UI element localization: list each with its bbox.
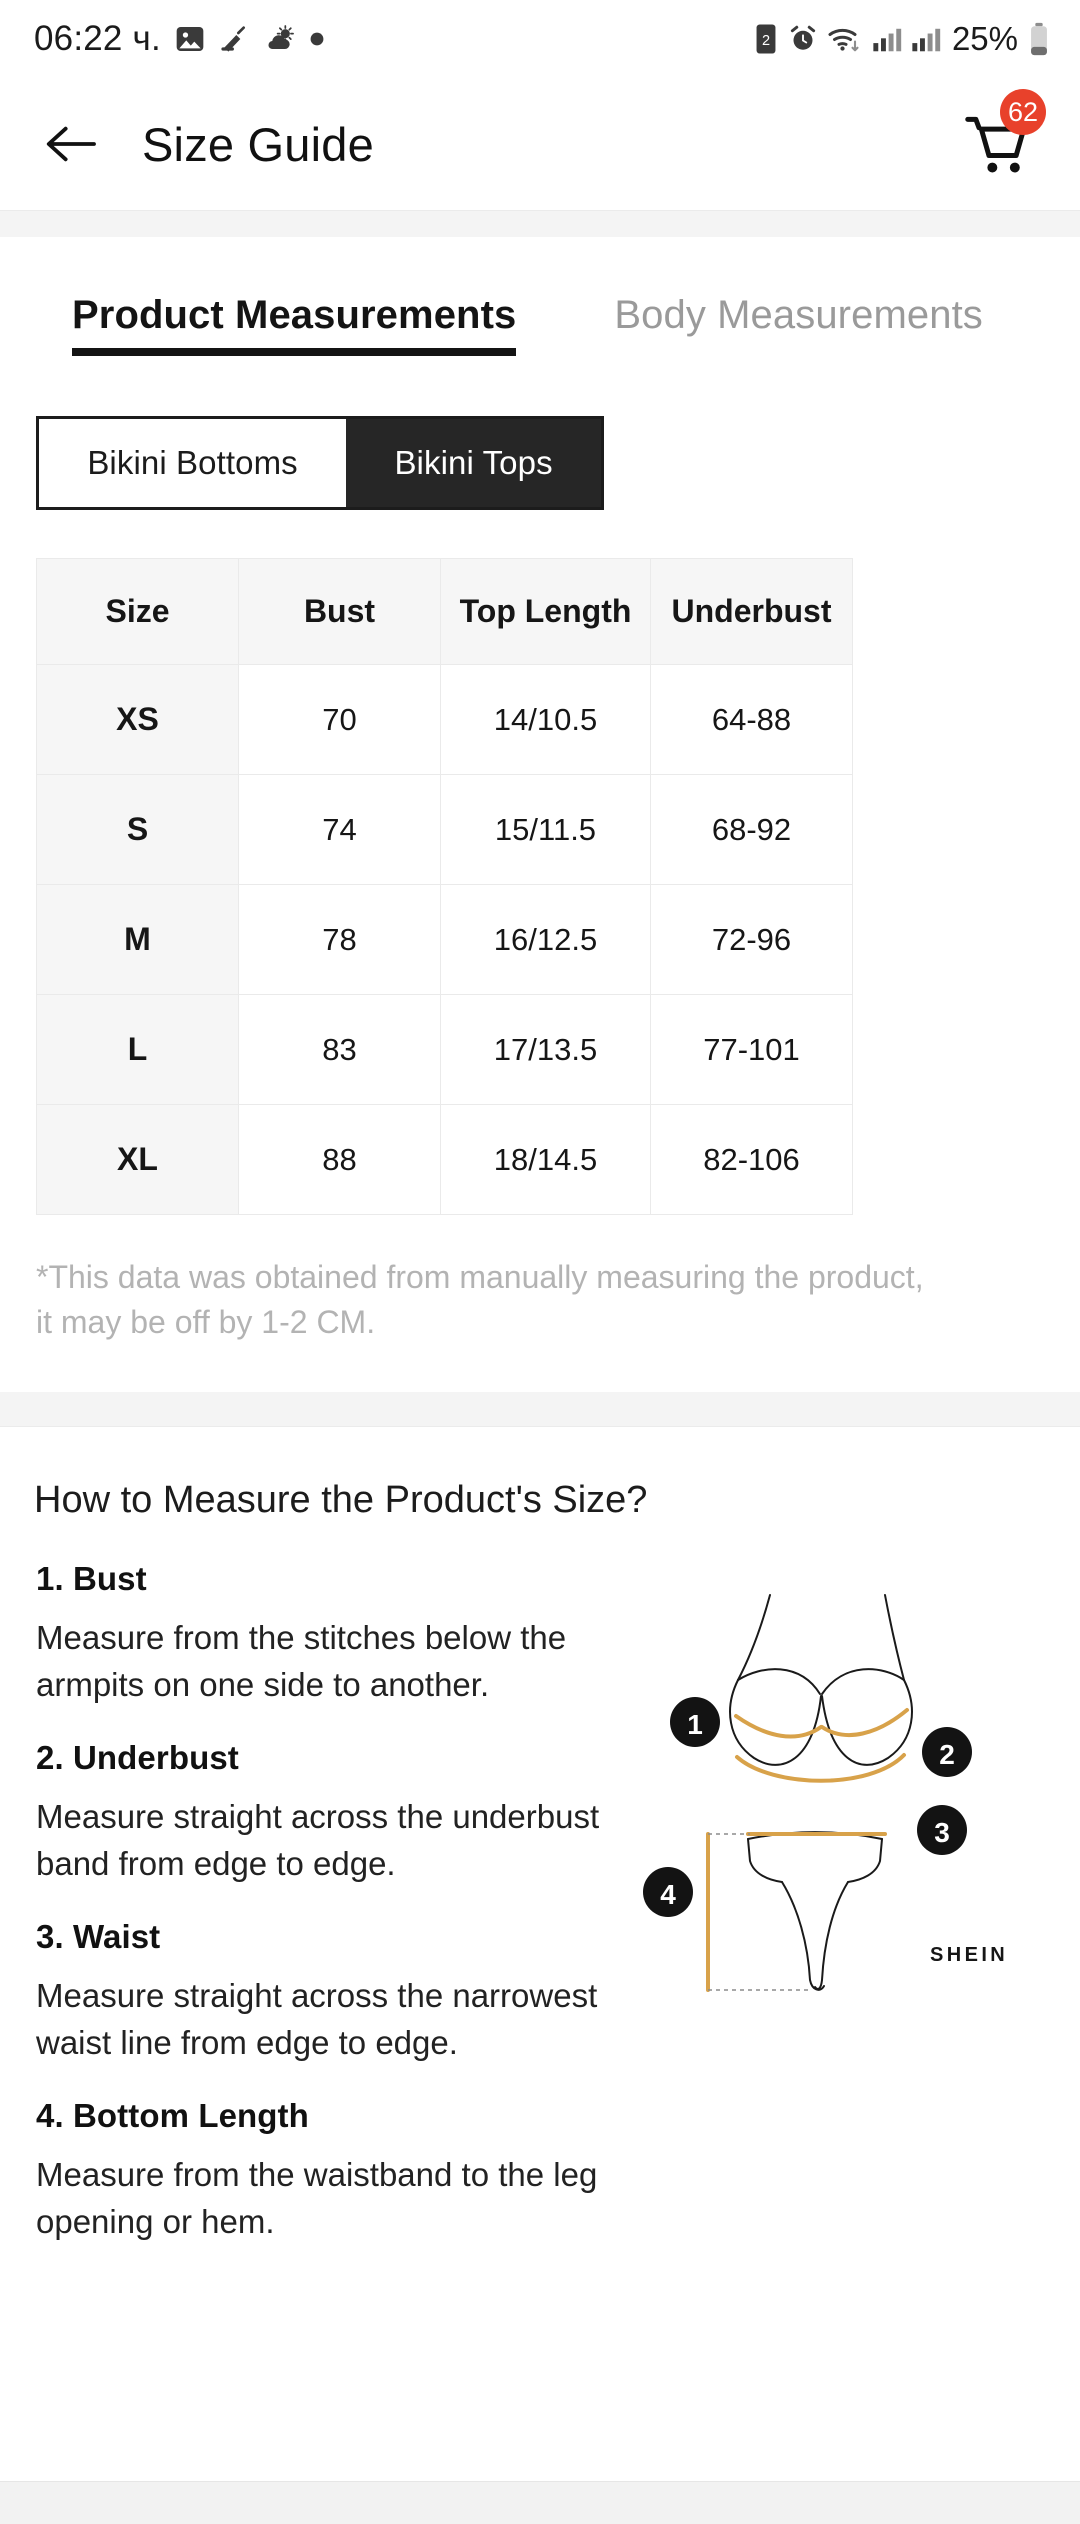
sweep-icon <box>221 26 245 52</box>
marker-3: 3 <box>917 1804 967 1855</box>
how-to-measure-body: 1. Bust Measure from the stitches below … <box>0 1560 1080 2276</box>
cell-size: S <box>36 774 239 885</box>
cell-bust: 70 <box>238 664 441 775</box>
segment-bikini-tops[interactable]: Bikini Tops <box>346 419 602 507</box>
measure-step-underbust: 2. Underbust Measure straight across the… <box>36 1739 640 1888</box>
cell-bust: 78 <box>238 884 441 995</box>
marker-4: 4 <box>643 1866 693 1917</box>
cell-size: XS <box>36 664 239 775</box>
measure-step-text: Measure straight across the underbust ba… <box>36 1797 600 1883</box>
cell-underbust: 64-88 <box>650 664 853 775</box>
measure-steps-list: 1. Bust Measure from the stitches below … <box>0 1560 640 2276</box>
size-table-head: Size Bust Top Length Underbust <box>36 558 853 665</box>
cell-size: M <box>36 884 239 995</box>
svg-text:3: 3 <box>934 1817 950 1848</box>
measure-diagram-area: 1 2 3 4 SHEIN <box>640 1560 1080 2276</box>
battery-icon <box>1031 22 1047 56</box>
cell-bust: 83 <box>238 994 441 1105</box>
measure-step-heading: 2. Underbust <box>36 1738 239 1776</box>
cell-underbust: 72-96 <box>650 884 853 995</box>
photo-icon <box>176 27 204 51</box>
measurement-tabs: Product Measurements Body Measurements <box>0 237 1080 364</box>
cell-bust: 88 <box>238 1104 441 1215</box>
cell-top-length: 14/10.5 <box>440 664 651 775</box>
table-row: M 78 16/12.5 72-96 <box>36 884 853 995</box>
battery-percent-label: 25% <box>951 20 1018 57</box>
section-gap-middle <box>0 1391 1080 1426</box>
cell-underbust: 68-92 <box>650 774 853 885</box>
column-header-bust: Bust <box>238 558 441 665</box>
table-row: XS 70 14/10.5 64-88 <box>36 664 853 775</box>
svg-text:2: 2 <box>762 33 770 49</box>
marker-1: 1 <box>670 1696 720 1747</box>
dot-icon <box>310 32 324 46</box>
cell-size: L <box>36 994 239 1105</box>
table-row: L 83 17/13.5 77-101 <box>36 994 853 1105</box>
cell-size: XL <box>36 1104 239 1215</box>
wifi-icon <box>828 29 859 52</box>
status-bar-left: 06:22 ч. <box>34 19 325 59</box>
table-row: S 74 15/11.5 68-92 <box>36 774 853 885</box>
size-guide-screen: 06:22 ч. 2 25% Size Guide 62 Product Mea… <box>0 0 1080 2524</box>
cart-button[interactable]: 62 <box>958 89 1046 182</box>
spacer-before-band <box>0 1346 1080 1392</box>
back-button[interactable] <box>42 113 104 175</box>
measure-step-bust: 1. Bust Measure from the stitches below … <box>36 1560 640 1709</box>
measure-step-heading: 4. Bottom Length <box>36 2096 309 2134</box>
alarm-icon <box>790 25 816 50</box>
measure-step-waist: 3. Waist Measure straight across the nar… <box>36 1918 640 2067</box>
cell-bust: 74 <box>238 774 441 885</box>
cell-underbust: 77-101 <box>650 994 853 1105</box>
cart-badge: 62 <box>999 89 1046 135</box>
measure-step-text: Measure straight across the narrowest wa… <box>36 1976 598 2062</box>
measure-step-heading: 3. Waist <box>36 1917 161 1955</box>
how-to-measure-section: How to Measure the Product's Size? 1. Bu… <box>0 1426 1080 2276</box>
measure-step-text: Measure from the waistband to the leg op… <box>36 2155 598 2241</box>
shein-brand-mark: SHEIN <box>930 1943 1009 1966</box>
signal-icon-1 <box>873 28 902 52</box>
svg-text:1: 1 <box>687 1709 703 1740</box>
marker-2: 2 <box>922 1726 972 1777</box>
underbust-measure-line <box>735 1752 906 1783</box>
column-header-size: Size <box>36 558 239 665</box>
weather-icon <box>268 25 294 50</box>
cell-top-length: 16/12.5 <box>440 884 651 995</box>
table-row: XL 88 18/14.5 82-106 <box>36 1104 853 1215</box>
garment-type-segmented-control: Bikini Bottoms Bikini Tops <box>36 416 604 510</box>
page-title: Size Guide <box>142 117 374 171</box>
svg-text:2: 2 <box>939 1739 955 1770</box>
bust-measure-line <box>734 1707 909 1739</box>
footer-band <box>0 2482 1080 2524</box>
column-header-underbust: Underbust <box>650 558 853 665</box>
cell-top-length: 18/14.5 <box>440 1104 651 1215</box>
status-bar-right: 2 25% <box>753 20 1050 58</box>
signal-icon-2 <box>912 28 941 52</box>
app-bar: Size Guide 62 <box>0 78 1080 210</box>
section-gap-top <box>0 211 1080 237</box>
measure-step-heading: 1. Bust <box>36 1559 147 1597</box>
status-bar: 06:22 ч. 2 25% <box>0 0 1080 78</box>
cell-top-length: 17/13.5 <box>440 994 651 1105</box>
measure-step-bottom-length: 4. Bottom Length Measure from the waistb… <box>36 2097 640 2246</box>
column-header-top-length: Top Length <box>440 558 651 665</box>
size-table-body: XS 70 14/10.5 64-88 S 74 15/11.5 68-92 M… <box>36 664 853 1215</box>
measure-step-text: Measure from the stitches below the armp… <box>36 1618 567 1704</box>
size-table: Size Bust Top Length Underbust XS 70 14/… <box>36 558 853 1215</box>
cell-top-length: 15/11.5 <box>440 774 651 885</box>
tab-product-measurements[interactable]: Product Measurements <box>72 293 517 364</box>
tab-body-measurements[interactable]: Body Measurements <box>614 293 983 364</box>
svg-text:4: 4 <box>660 1879 676 1910</box>
bikini-top-sketch <box>729 1593 913 1766</box>
table-header-row: Size Bust Top Length Underbust <box>36 558 853 665</box>
measurement-disclaimer: *This data was obtained from manually me… <box>36 1259 924 1341</box>
arrow-left-icon <box>46 126 96 162</box>
how-to-measure-title: How to Measure the Product's Size? <box>34 1478 648 1521</box>
bikini-bottom-sketch <box>747 1831 883 1991</box>
cell-underbust: 82-106 <box>650 1104 853 1215</box>
segment-bikini-bottoms[interactable]: Bikini Bottoms <box>39 419 347 507</box>
status-clock: 06:22 ч. <box>34 19 161 58</box>
sim-icon: 2 <box>756 24 776 54</box>
